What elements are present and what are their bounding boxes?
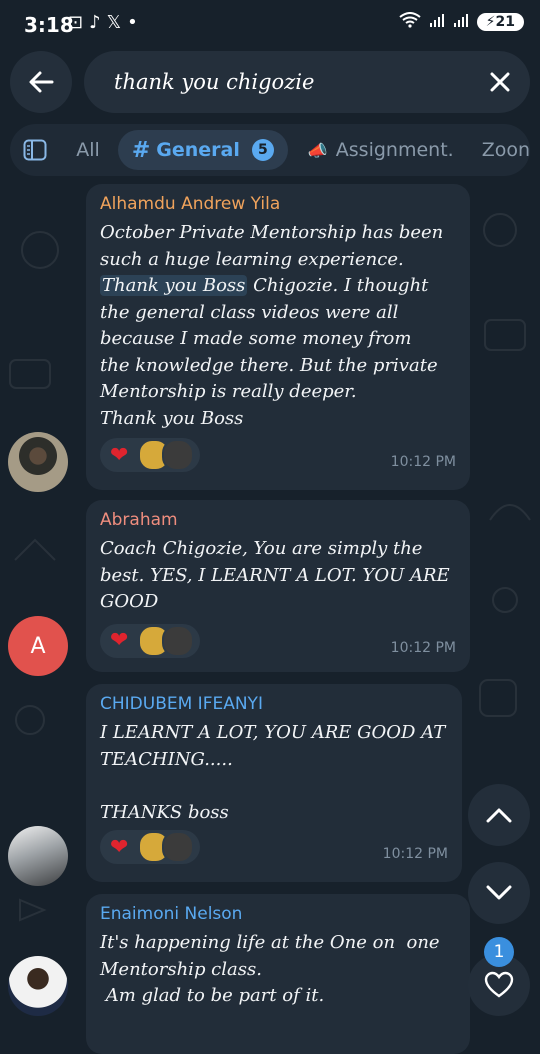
avatar[interactable] bbox=[8, 826, 68, 886]
signal-icon-2 bbox=[453, 12, 469, 32]
signal-icon bbox=[429, 12, 445, 32]
search-highlight: Thank you Boss bbox=[100, 275, 248, 296]
hashtag-icon: # bbox=[131, 137, 151, 163]
heart-icon: ❤ bbox=[110, 628, 129, 653]
tab-general-label: General bbox=[156, 139, 240, 161]
search-query: thank you chigozie bbox=[114, 70, 315, 94]
sender-name[interactable]: Enaimoni Nelson bbox=[100, 904, 456, 924]
avatar[interactable]: A bbox=[8, 616, 68, 676]
chevron-down-icon bbox=[486, 885, 512, 900]
heart-outline-icon bbox=[484, 971, 514, 998]
reaction-chip[interactable]: ❤ bbox=[100, 830, 201, 864]
search-input[interactable]: thank you chigozie bbox=[84, 51, 530, 113]
message-bubble[interactable]: Abraham Coach Chigozie, You are simply t… bbox=[86, 500, 470, 672]
notification-icons: ⊡ ♪ 𝕏 • bbox=[68, 12, 138, 33]
heart-icon: ❤ bbox=[110, 442, 129, 468]
message-text-part: October Private Mentorship has been such… bbox=[100, 222, 444, 270]
heart-icon: ❤ bbox=[110, 834, 129, 860]
tab-assignment-label: Assignment. bbox=[335, 139, 454, 161]
message-bubble[interactable]: CHIDUBEM IFEANYI I LEARNT A LOT, YOU ARE… bbox=[86, 684, 462, 882]
reactor-avatar bbox=[162, 831, 195, 863]
tab-all[interactable]: All bbox=[76, 139, 100, 161]
search-bar: thank you chigozie bbox=[10, 50, 530, 114]
reactor-avatar bbox=[162, 439, 195, 471]
message-text-part: Chigozie. I thought the general class vi… bbox=[100, 275, 438, 429]
folders-toggle-button[interactable] bbox=[10, 124, 60, 176]
tab-assignment[interactable]: 📣 Assignment. bbox=[308, 139, 454, 161]
tab-general[interactable]: # General 5 bbox=[117, 130, 288, 170]
reactor-avatar bbox=[162, 624, 195, 657]
sender-name[interactable]: CHIDUBEM IFEANYI bbox=[100, 694, 448, 714]
tab-zoom[interactable]: Zoon bbox=[482, 139, 530, 161]
battery-level: ⚡21 bbox=[476, 13, 524, 31]
back-button[interactable] bbox=[10, 51, 72, 113]
message-time: 10:12 PM bbox=[382, 846, 448, 862]
tiktok-icon: ♪ bbox=[89, 12, 101, 33]
message-bubble[interactable]: Enaimoni Nelson It's happening life at t… bbox=[86, 894, 470, 1054]
message-text: It's happening life at the One on one Me… bbox=[100, 932, 440, 1006]
reaction-chip[interactable]: ❤ bbox=[100, 623, 201, 658]
screenshot-icon: ⊡ bbox=[68, 12, 84, 33]
unread-reactions-badge: 1 bbox=[484, 937, 514, 967]
system-icons: ⚡21 bbox=[399, 12, 524, 32]
scroll-down-button[interactable] bbox=[468, 862, 530, 924]
unread-badge: 5 bbox=[251, 139, 274, 161]
status-bar: 3:18 ⊡ ♪ 𝕏 • ⚡21 bbox=[0, 0, 540, 50]
message-text: October Private Mentorship has been such… bbox=[100, 220, 456, 432]
scroll-up-button[interactable] bbox=[468, 784, 530, 846]
chevron-up-icon bbox=[486, 808, 512, 823]
sidebar-icon bbox=[23, 139, 47, 161]
avatar-letter: A bbox=[30, 633, 46, 659]
avatar[interactable] bbox=[8, 956, 68, 1016]
close-icon bbox=[490, 72, 510, 92]
tab-zoom-label: Zoon bbox=[481, 139, 530, 161]
back-arrow-icon bbox=[29, 71, 54, 93]
message-text: I LEARNT A LOT, YOU ARE GOOD AT TEACHING… bbox=[100, 722, 446, 823]
message-bubble[interactable]: Alhamdu Andrew Yila October Private Ment… bbox=[86, 184, 470, 490]
message-time: 10:12 PM bbox=[390, 454, 456, 470]
dot-icon: • bbox=[127, 12, 138, 33]
avatar[interactable] bbox=[8, 432, 68, 492]
sender-name[interactable]: Alhamdu Andrew Yila bbox=[100, 194, 456, 214]
message-text: Coach Chigozie, You are simply the best.… bbox=[100, 538, 450, 612]
tab-all-label: All bbox=[76, 139, 100, 161]
wifi-icon bbox=[399, 12, 421, 32]
sender-name[interactable]: Abraham bbox=[100, 510, 456, 530]
battery-percent: 21 bbox=[495, 14, 515, 30]
x-icon: 𝕏 bbox=[106, 12, 122, 33]
reaction-chip[interactable]: ❤ bbox=[100, 438, 201, 472]
message-time: 10:12 PM bbox=[390, 639, 456, 656]
megaphone-icon: 📣 bbox=[307, 140, 328, 160]
clear-search-button[interactable] bbox=[470, 71, 530, 93]
status-time: 3:18 bbox=[24, 13, 74, 37]
folder-tabs: All # General 5 📣 Assignment. Zoon bbox=[10, 124, 530, 176]
